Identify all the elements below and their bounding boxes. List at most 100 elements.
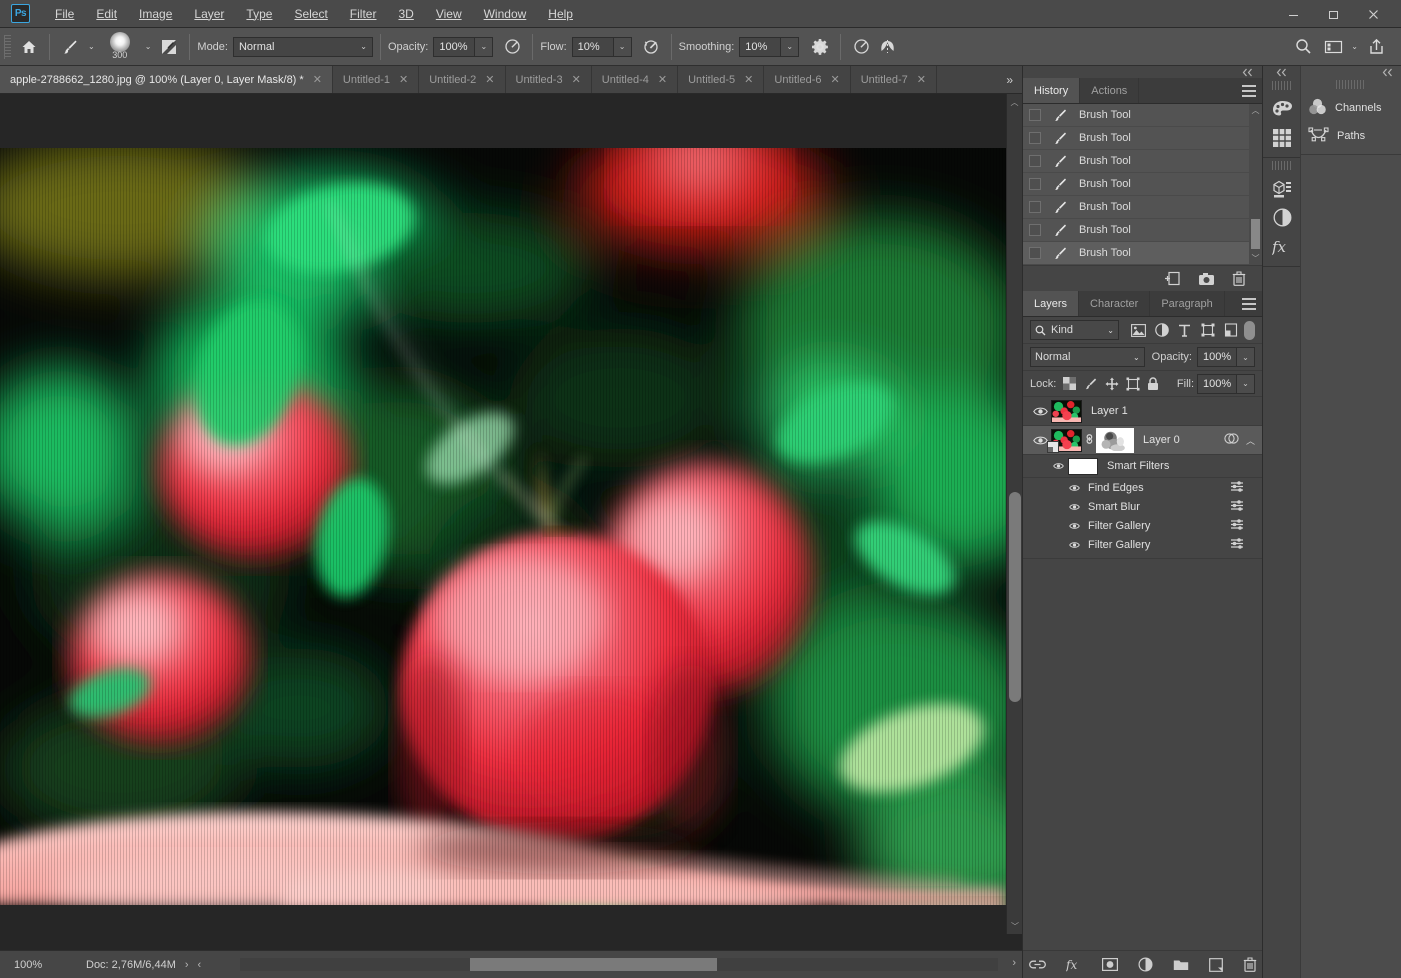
smart-filter-visibility-eye-icon[interactable] <box>1069 521 1080 531</box>
new-layer-icon[interactable] <box>1209 958 1223 972</box>
filter-smart-object-icon[interactable] <box>1219 320 1242 340</box>
zoom-level-field[interactable]: 100% <box>0 959 64 971</box>
dock-collapse-button[interactable] <box>1023 66 1262 78</box>
document-canvas[interactable] <box>0 148 1006 905</box>
menu-file[interactable]: File <box>44 3 85 25</box>
new-document-from-state-icon[interactable] <box>1164 271 1181 286</box>
document-tab-untitled-1[interactable]: Untitled-1 ✕ <box>333 66 419 93</box>
search-icon[interactable] <box>1290 34 1316 60</box>
history-state-item[interactable]: Brush Tool <box>1023 173 1262 196</box>
status-right-arrow-icon[interactable]: › <box>1012 957 1016 969</box>
workspace-icon[interactable] <box>1320 34 1346 60</box>
filter-toggle-switch[interactable] <box>1244 321 1255 340</box>
layer-visibility-eye-icon[interactable] <box>1029 406 1051 417</box>
panel-button-paths[interactable]: Paths <box>1301 122 1401 150</box>
panel-menu-icon[interactable] <box>1242 298 1256 310</box>
swatches-grid-icon[interactable] <box>1263 123 1301 152</box>
new-group-icon[interactable] <box>1173 958 1189 971</box>
icon-dock-grip[interactable] <box>1272 81 1292 90</box>
layer-thumbnail[interactable] <box>1051 400 1082 423</box>
delete-state-icon[interactable] <box>1232 271 1246 286</box>
status-expand-icon[interactable]: › <box>176 959 198 971</box>
brush-preset-picker[interactable]: 300 <box>100 30 140 64</box>
history-snapshot-checkbox[interactable] <box>1029 247 1041 259</box>
opacity-input[interactable]: 100% ⌄ <box>433 37 493 57</box>
menu-image[interactable]: Image <box>128 3 183 25</box>
document-tab-untitled-2[interactable]: Untitled-2 ✕ <box>419 66 505 93</box>
menu-layer[interactable]: Layer <box>183 3 235 25</box>
horizontal-scroll-thumb[interactable] <box>470 958 717 971</box>
symmetry-icon[interactable] <box>874 34 900 60</box>
canvas-vertical-scrollbar[interactable]: ︿ ﹀ <box>1006 94 1022 934</box>
pressure-opacity-icon[interactable] <box>499 34 525 60</box>
new-adjustment-layer-icon[interactable] <box>1138 957 1153 972</box>
3d-properties-icon[interactable] <box>1263 174 1301 203</box>
smart-filters-header[interactable]: Smart Filters <box>1023 455 1262 478</box>
close-button[interactable] <box>1353 2 1393 26</box>
smart-filter-mask-icon[interactable] <box>1224 432 1239 448</box>
menu-edit[interactable]: Edit <box>85 3 128 25</box>
history-snapshot-checkbox[interactable] <box>1029 201 1041 213</box>
icon-dock-collapse-button[interactable] <box>1263 66 1300 78</box>
history-state-item-current[interactable]: Brush Tool <box>1023 242 1262 265</box>
lock-position-icon[interactable] <box>1101 374 1122 394</box>
new-snapshot-icon[interactable] <box>1198 272 1215 286</box>
tab-layers[interactable]: Layers <box>1023 291 1079 316</box>
flow-chevron-down-icon[interactable]: ⌄ <box>614 37 632 57</box>
options-bar-grip[interactable] <box>4 35 11 59</box>
vertical-scroll-thumb[interactable] <box>1009 492 1021 702</box>
document-tab-active[interactable]: apple-2788662_1280.jpg @ 100% (Layer 0, … <box>0 66 333 93</box>
menu-help[interactable]: Help <box>537 3 584 25</box>
lock-transparent-pixels-icon[interactable] <box>1059 374 1080 394</box>
lock-image-pixels-icon[interactable] <box>1080 374 1101 394</box>
panel-button-channels[interactable]: Channels <box>1301 94 1401 122</box>
history-state-item[interactable]: Brush Tool <box>1023 104 1262 127</box>
add-layer-mask-icon[interactable] <box>1102 958 1118 971</box>
history-snapshot-checkbox[interactable] <box>1029 155 1041 167</box>
layer-mask-thumbnail[interactable] <box>1096 428 1134 453</box>
layer-opacity-chevron-down-icon[interactable]: ⌄ <box>1237 347 1255 367</box>
blending-options-icon[interactable] <box>1230 538 1244 552</box>
lock-artboard-icon[interactable] <box>1122 374 1143 394</box>
layer-fill-chevron-down-icon[interactable]: ⌄ <box>1237 374 1255 394</box>
history-state-item[interactable]: Brush Tool <box>1023 150 1262 173</box>
history-snapshot-checkbox[interactable] <box>1029 132 1041 144</box>
history-state-item[interactable]: Brush Tool <box>1023 219 1262 242</box>
filter-shape-icon[interactable] <box>1196 320 1219 340</box>
flow-input[interactable]: 10% ⌄ <box>572 37 632 57</box>
mask-link-icon[interactable] <box>1082 432 1096 449</box>
history-state-item[interactable]: Brush Tool <box>1023 127 1262 150</box>
scroll-up-arrow-icon[interactable]: ︿ <box>1007 94 1022 110</box>
close-icon[interactable]: ✕ <box>830 73 839 86</box>
menu-filter[interactable]: Filter <box>339 3 388 25</box>
delete-layer-icon[interactable] <box>1243 957 1257 972</box>
smart-filter-item[interactable]: Find Edges <box>1023 478 1262 497</box>
close-icon[interactable]: ✕ <box>658 73 667 86</box>
close-icon[interactable]: ✕ <box>313 73 322 86</box>
layer-styles-fx-icon[interactable]: fx <box>1263 232 1301 261</box>
history-scroll-up-icon[interactable]: ︿ <box>1249 104 1262 117</box>
menu-3d[interactable]: 3D <box>387 3 424 25</box>
history-scrollbar[interactable]: ︿ ﹀ <box>1249 104 1262 265</box>
expand-collapse-chevron-icon[interactable]: ︿ <box>1246 434 1255 447</box>
history-state-item[interactable]: Brush Tool <box>1023 196 1262 219</box>
document-tab-untitled-4[interactable]: Untitled-4 ✕ <box>592 66 678 93</box>
smart-filter-item[interactable]: Filter Gallery <box>1023 535 1262 554</box>
history-scroll-thumb[interactable] <box>1251 219 1260 249</box>
layer-row-selected[interactable]: Layer 0 ︿ <box>1023 426 1262 455</box>
smart-filter-visibility-eye-icon[interactable] <box>1069 483 1080 493</box>
close-icon[interactable]: ✕ <box>399 73 408 86</box>
history-snapshot-checkbox[interactable] <box>1029 109 1041 121</box>
blending-options-icon[interactable] <box>1230 500 1244 514</box>
lock-all-icon[interactable] <box>1143 374 1164 394</box>
pressure-size-icon[interactable] <box>848 34 874 60</box>
share-icon[interactable] <box>1363 34 1389 60</box>
workspace-chevron-down-icon[interactable]: ⌄ <box>1346 43 1363 51</box>
layer-row[interactable]: Layer 1 <box>1023 397 1262 426</box>
canvas-area[interactable]: ︿ ﹀ <box>0 94 1022 950</box>
smart-filter-visibility-eye-icon[interactable] <box>1069 540 1080 550</box>
smart-filter-item[interactable]: Smart Blur <box>1023 497 1262 516</box>
layer-style-fx-icon[interactable]: fx <box>1066 958 1082 972</box>
filter-type-icon[interactable] <box>1173 320 1196 340</box>
brush-preset-chevron-down-icon[interactable]: ⌄ <box>140 43 157 51</box>
